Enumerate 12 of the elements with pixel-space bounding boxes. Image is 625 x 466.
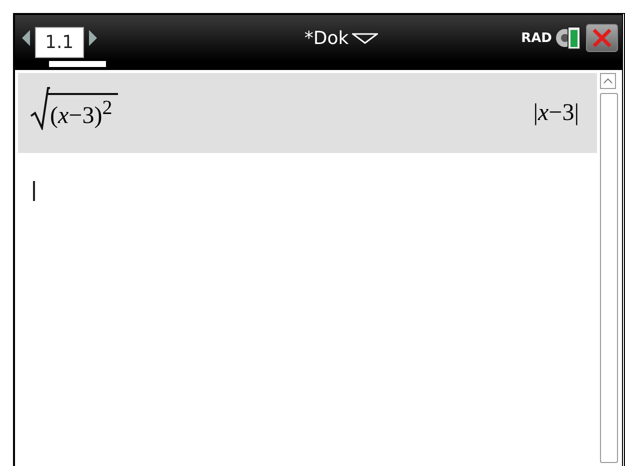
page-tab[interactable]: 1.1 [35, 26, 84, 58]
result-expression: |x−3| [533, 100, 579, 126]
next-page-icon[interactable] [88, 29, 98, 47]
scroll-bar[interactable] [600, 73, 618, 466]
radical-sign-icon [30, 86, 50, 130]
previous-page-icon[interactable] [21, 29, 31, 47]
close-button[interactable] [586, 24, 618, 52]
input-expression: (x−3)$^{2}$ [30, 86, 118, 130]
history-entry[interactable]: (x−3)$^{2}$ |x−3| [18, 73, 597, 153]
dropdown-icon[interactable] [352, 32, 378, 44]
angle-mode: RAD [521, 30, 552, 46]
document-title: *Dok [304, 28, 349, 48]
